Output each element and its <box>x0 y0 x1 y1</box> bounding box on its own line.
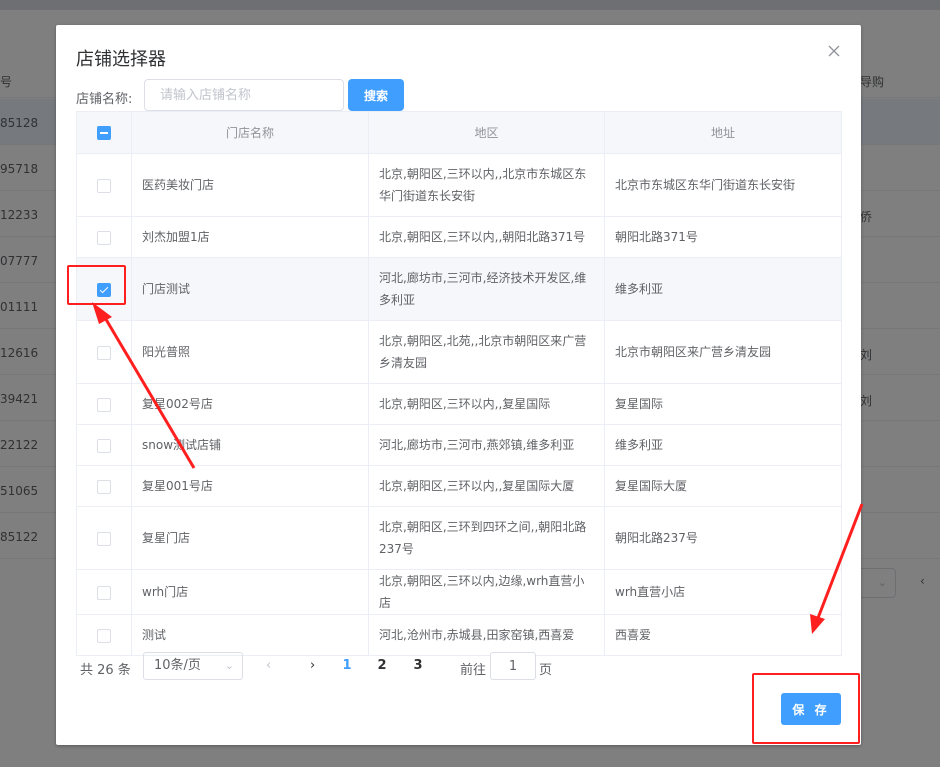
table-row[interactable]: 门店测试 河北,廊坊市,三河市,经济技术开发区,维多利亚 维多利亚 <box>76 257 842 321</box>
store-name: snow测试店铺 <box>131 424 369 466</box>
table-row[interactable]: 测试 河北,沧州市,赤城县,田家窑镇,西喜爱 西喜爱 <box>76 614 842 656</box>
row-checkbox[interactable] <box>97 479 111 494</box>
store-address: 西喜爱 <box>604 614 842 656</box>
store-region: 河北,沧州市,赤城县,田家窑镇,西喜爱 <box>368 614 605 656</box>
row-checkbox-cell <box>76 465 132 507</box>
store-region: 北京,朝阳区,三环以内,,朝阳北路371号 <box>368 216 605 258</box>
pagination-total: 共 26 条 <box>80 663 131 678</box>
column-header-name: 门店名称 <box>131 111 369 154</box>
store-address: 北京市朝阳区来广营乡清友园 <box>604 320 842 384</box>
select-all-cell <box>76 111 132 154</box>
store-name: 复星001号店 <box>131 465 369 507</box>
row-checkbox-cell <box>76 383 132 425</box>
store-name: 测试 <box>131 614 369 656</box>
store-address: 复星国际 <box>604 383 842 425</box>
row-checkbox-cell <box>76 424 132 466</box>
store-name: wrh门店 <box>131 569 369 615</box>
store-name: 刘杰加盟1店 <box>131 216 369 258</box>
row-checkbox-cell <box>76 320 132 384</box>
row-checkbox-cell <box>76 506 132 570</box>
goto-label: 前往 <box>460 663 487 678</box>
store-table: 门店名称 地区 地址 医药美妆门店 北京,朝阳区,三环以内,,北京市东城区东华门… <box>76 111 842 656</box>
store-region: 河北,廊坊市,三河市,燕郊镇,维多利亚 <box>368 424 605 466</box>
row-checkbox[interactable] <box>97 397 111 412</box>
store-region: 北京,朝阳区,三环以内,边缘,wrh直营小店 <box>368 569 605 615</box>
row-checkbox[interactable] <box>97 178 111 193</box>
store-region: 北京,朝阳区,三环以内,,北京市东城区东华门街道东长安街 <box>368 153 605 217</box>
row-checkbox-cell <box>76 153 132 217</box>
goto-page-input[interactable] <box>490 652 536 680</box>
store-region: 北京,朝阳区,北苑,,北京市朝阳区来广营乡清友园 <box>368 320 605 384</box>
row-checkbox[interactable] <box>97 230 111 245</box>
close-icon[interactable] <box>827 44 841 58</box>
search-label: 店铺名称: <box>76 92 133 107</box>
row-checkbox[interactable] <box>97 438 111 453</box>
store-address: 维多利亚 <box>604 257 842 321</box>
store-address: 复星国际大厦 <box>604 465 842 507</box>
store-name: 阳光普照 <box>131 320 369 384</box>
page-number-3[interactable]: 3 <box>408 658 428 673</box>
row-checkbox[interactable] <box>97 628 111 643</box>
store-name: 医药美妆门店 <box>131 153 369 217</box>
table-header-row: 门店名称 地区 地址 <box>76 111 842 154</box>
page-number-2[interactable]: 2 <box>372 658 392 673</box>
next-page-icon[interactable]: › <box>310 658 315 673</box>
annotation-highlight-checkbox <box>67 265 126 305</box>
store-address: wrh直营小店 <box>604 569 842 615</box>
prev-page-icon[interactable]: ‹ <box>266 658 271 673</box>
store-region: 北京,朝阳区,三环以内,,复星国际 <box>368 383 605 425</box>
table-row[interactable]: 医药美妆门店 北京,朝阳区,三环以内,,北京市东城区东华门街道东长安街 北京市东… <box>76 153 842 217</box>
store-region: 河北,廊坊市,三河市,经济技术开发区,维多利亚 <box>368 257 605 321</box>
store-name: 门店测试 <box>131 257 369 321</box>
store-address: 北京市东城区东华门街道东长安街 <box>604 153 842 217</box>
store-name: 复星002号店 <box>131 383 369 425</box>
column-header-address: 地址 <box>604 111 842 154</box>
select-all-checkbox[interactable] <box>97 125 111 140</box>
row-checkbox[interactable] <box>97 345 111 360</box>
store-address: 维多利亚 <box>604 424 842 466</box>
page-size-value: 10条/页 <box>154 658 201 673</box>
table-row[interactable]: 阳光普照 北京,朝阳区,北苑,,北京市朝阳区来广营乡清友园 北京市朝阳区来广营乡… <box>76 320 842 384</box>
store-address: 朝阳北路371号 <box>604 216 842 258</box>
row-checkbox[interactable] <box>97 531 111 546</box>
row-checkbox-cell <box>76 614 132 656</box>
store-region: 北京,朝阳区,三环以内,,复星国际大厦 <box>368 465 605 507</box>
table-row[interactable]: 刘杰加盟1店 北京,朝阳区,三环以内,,朝阳北路371号 朝阳北路371号 <box>76 216 842 258</box>
page-size-select[interactable]: 10条/页 ⌄ <box>143 652 243 680</box>
store-address: 朝阳北路237号 <box>604 506 842 570</box>
search-button[interactable]: 搜索 <box>348 79 404 111</box>
row-checkbox-cell <box>76 216 132 258</box>
row-checkbox[interactable] <box>97 585 111 600</box>
store-region: 北京,朝阳区,三环到四环之间,,朝阳北路237号 <box>368 506 605 570</box>
column-header-region: 地区 <box>368 111 605 154</box>
pagination: 共 26 条 10条/页 ⌄ ‹ › 1 2 3 前往 页 <box>76 652 676 680</box>
table-row[interactable]: 复星门店 北京,朝阳区,三环到四环之间,,朝阳北路237号 朝阳北路237号 <box>76 506 842 570</box>
dialog-title: 店铺选择器 <box>76 49 166 70</box>
page-number-1[interactable]: 1 <box>337 658 357 673</box>
store-selector-dialog: 店铺选择器 店铺名称: 搜索 门店名称 地区 地址 医药美妆门店 北京,朝阳区,… <box>56 25 861 745</box>
table-row[interactable]: 复星002号店 北京,朝阳区,三环以内,,复星国际 复星国际 <box>76 383 842 425</box>
table-row[interactable]: 复星001号店 北京,朝阳区,三环以内,,复星国际大厦 复星国际大厦 <box>76 465 842 507</box>
annotation-highlight-save <box>752 673 860 744</box>
chevron-down-icon: ⌄ <box>224 659 234 672</box>
store-name-input[interactable] <box>144 79 344 111</box>
store-name: 复星门店 <box>131 506 369 570</box>
table-row[interactable]: snow测试店铺 河北,廊坊市,三河市,燕郊镇,维多利亚 维多利亚 <box>76 424 842 466</box>
goto-unit: 页 <box>539 663 553 678</box>
table-row[interactable]: wrh门店 北京,朝阳区,三环以内,边缘,wrh直营小店 wrh直营小店 <box>76 569 842 615</box>
row-checkbox-cell <box>76 569 132 615</box>
